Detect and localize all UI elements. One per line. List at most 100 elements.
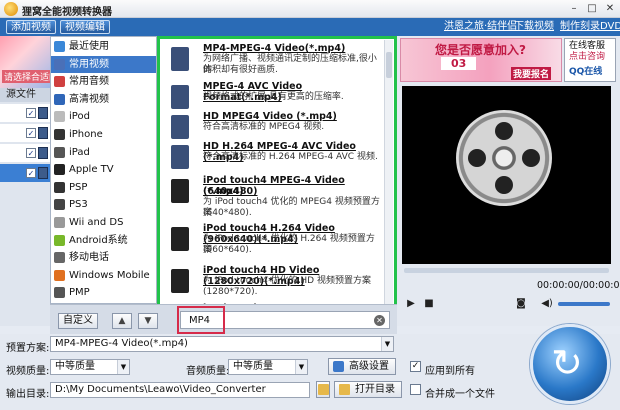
category-item[interactable]: PSP [51, 179, 156, 196]
category-item[interactable]: Wii and DS [51, 214, 156, 231]
chevron-down-icon: ▼ [381, 337, 393, 351]
category-label: Apple TV [69, 164, 114, 176]
category-item[interactable]: PS3 [51, 196, 156, 213]
preset-value: MP4-MPEG-4 Video(*.mp4) [55, 338, 188, 349]
folder-icon [318, 384, 329, 395]
convert-arrow-icon: ↻ [551, 341, 583, 385]
move-down-button[interactable]: ▼ [138, 313, 158, 329]
format-title-cont[interactable]: (*.mp4) [203, 186, 383, 197]
format-description: (960*640). [203, 245, 252, 255]
add-video-button[interactable]: 添加视频 [6, 20, 56, 34]
video-file-icon [38, 107, 48, 119]
category-item[interactable]: 移动电话 [51, 249, 156, 266]
maximize-button[interactable]: □ [584, 2, 600, 16]
ipod-touch-icon [171, 179, 189, 203]
play-button[interactable]: ▶ [404, 298, 418, 310]
merge-files-checkbox[interactable] [410, 384, 421, 395]
category-item[interactable]: Apple TV [51, 161, 156, 178]
ad-line-1: 您是否愿意加入? [435, 43, 526, 57]
file-checkbox[interactable]: ✓ [26, 128, 36, 138]
format-list: MP4-MPEG-4 Video(*.mp4) 为网络广播、视频通讯定制的压缩标准… [157, 36, 397, 331]
category-item[interactable]: 最近使用 [51, 38, 156, 55]
mobile-phone-icon [54, 252, 65, 264]
open-directory-label: 打开目录 [355, 384, 395, 395]
category-item[interactable]: Windows Mobile [51, 267, 156, 284]
window-title: 狸窝全能视频转换器 [22, 7, 112, 18]
edit-video-button[interactable]: 视频编辑 [60, 20, 110, 34]
open-directory-button[interactable]: 打开目录 [334, 381, 402, 398]
stop-button[interactable]: ■ [422, 298, 436, 310]
video-file-icon [38, 127, 48, 139]
category-label: 最近使用 [69, 41, 109, 52]
volume-icon[interactable]: ◀) [538, 298, 556, 310]
custom-button[interactable]: 自定义 [58, 313, 98, 329]
file-row[interactable]: ✓ [0, 124, 50, 142]
preset-label: 预置方案: [6, 343, 50, 354]
file-row[interactable]: ✓ [0, 164, 50, 182]
link-partner[interactable]: 洪恩之旅·结伴侣 [444, 21, 517, 33]
volume-slider[interactable] [558, 302, 610, 306]
format-description: 视频格式的扩展,具有更高的压缩率. [203, 92, 344, 102]
category-label: 常用音频 [69, 76, 109, 88]
format-description: 符合高清标准的 H.264 MPEG-4 AVC 视频. [203, 152, 378, 162]
audio-quality-label: 音频质量: [186, 366, 230, 377]
video-quality-label: 视频质量: [6, 366, 50, 377]
video-quality-value: 中等质量 [55, 361, 95, 372]
browse-folder-button[interactable] [316, 381, 330, 398]
category-label: PMP [69, 287, 90, 299]
convert-button[interactable]: ↻ [530, 324, 610, 404]
file-row[interactable]: ✓ [0, 104, 50, 122]
recruit-ad-banner[interactable]: 您是否愿意加入? 03 我要报名 [400, 38, 562, 82]
category-item[interactable]: 常用音频 [51, 73, 156, 90]
film-reel-icon [456, 110, 552, 206]
video-file-icon [38, 147, 48, 159]
file-checkbox[interactable]: ✓ [26, 168, 36, 178]
online-service-box[interactable]: 在线客服 点击咨询 QQ在线 [564, 38, 616, 82]
video-preview[interactable] [402, 86, 611, 264]
preset-select[interactable]: MP4-MPEG-4 Video(*.mp4) ▼ [50, 336, 394, 352]
category-item[interactable]: Android系统 [51, 232, 156, 249]
iphone-icon [54, 129, 65, 140]
link-download-video[interactable]: 下载视频 [514, 21, 554, 33]
windows-icon [54, 269, 65, 281]
video-quality-select[interactable]: 中等质量 ▼ [50, 359, 130, 375]
category-item[interactable]: iPhone [51, 126, 156, 143]
mp4-file-icon [171, 47, 189, 71]
source-file-header: 源文件 [0, 88, 50, 102]
clear-search-icon[interactable]: ✕ [374, 315, 385, 326]
audio-quality-select[interactable]: 中等质量 ▼ [228, 359, 308, 375]
service-consult[interactable]: 点击咨询 [569, 52, 605, 63]
file-checkbox[interactable]: ✓ [26, 108, 36, 118]
hd-icon [54, 93, 65, 105]
output-dir-field[interactable]: D:\My Documents\Leawo\Video_Converter [50, 382, 310, 398]
file-row[interactable]: ✓ [0, 144, 50, 162]
category-item[interactable]: 高清视频 [51, 91, 156, 108]
playback-progress[interactable] [404, 268, 609, 273]
category-item[interactable]: iPod [51, 108, 156, 125]
reel-hole [495, 176, 513, 194]
minimize-button[interactable]: – [566, 2, 582, 16]
format-title[interactable]: MP4-MPEG-4 Video(*.mp4) [203, 43, 383, 54]
format-list-scrollbar[interactable] [384, 40, 393, 304]
ad-line-3: 我要报名 [511, 67, 552, 80]
scrollbar-thumb[interactable] [386, 52, 392, 78]
format-title[interactable]: HD MPEG4 Video (*.mp4) [203, 111, 383, 122]
title-bar: 狸窝全能视频转换器 – □ ✕ [0, 0, 620, 18]
ipod-icon [54, 111, 65, 123]
qq-online[interactable]: QQ在线 [569, 67, 602, 78]
file-checkbox[interactable]: ✓ [26, 148, 36, 158]
close-button[interactable]: ✕ [602, 2, 618, 16]
snapshot-camera-icon[interactable]: ◙ [514, 298, 528, 310]
link-burn-dvd[interactable]: 制作刻录DVD [560, 21, 620, 33]
move-up-button[interactable]: ▲ [112, 313, 132, 329]
format-description: 体积却有很好画质. [203, 65, 278, 75]
category-label: iPod [69, 111, 90, 123]
output-dir-label: 输出目录: [6, 389, 50, 400]
ipad-icon [54, 146, 65, 158]
apply-all-checkbox[interactable]: ✓ [410, 361, 421, 372]
category-item[interactable]: iPad [51, 144, 156, 161]
category-item[interactable]: PMP [51, 284, 156, 301]
advanced-settings-button[interactable]: 高级设置 [328, 358, 396, 375]
category-item[interactable]: 常用视频 [51, 55, 156, 73]
left-ad-banner[interactable]: 请选择合适的 [0, 36, 61, 88]
